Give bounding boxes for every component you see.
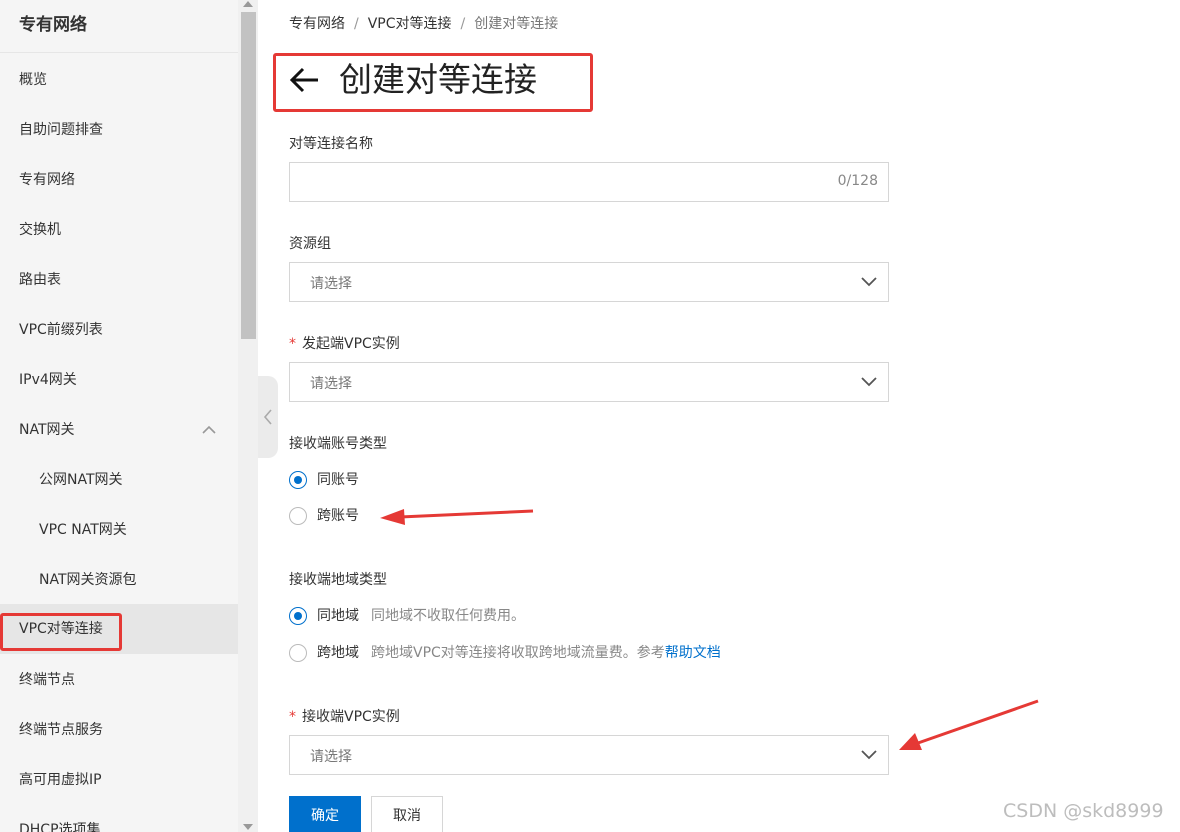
cancel-button[interactable]: 取消 (371, 796, 443, 832)
breadcrumb-item-peering[interactable]: VPC对等连接 (368, 13, 452, 33)
radio-button[interactable] (289, 607, 307, 625)
chevron-left-icon (263, 409, 272, 425)
arrow-left-icon[interactable] (289, 67, 319, 93)
chevron-up-icon (202, 425, 216, 434)
radio-button[interactable] (289, 471, 307, 489)
sidebar-item-vswitch[interactable]: 交换机 (0, 205, 238, 255)
sidebar-item-ipv4-gateway[interactable]: IPv4网关 (0, 355, 238, 405)
annotation-arrow-cross-account (380, 509, 534, 525)
chevron-down-icon (861, 277, 877, 287)
sidebar: 专有网络 概览 自助问题排查 专有网络 交换机 路由表 VPC前缀列表 IPv4… (0, 0, 258, 832)
breadcrumb: 专有网络 / VPC对等连接 / 创建对等连接 (289, 13, 558, 33)
resource-group-label: 资源组 (289, 236, 331, 252)
sidebar-item-public-nat[interactable]: 公网NAT网关 (0, 455, 238, 505)
peering-name-input[interactable]: 0/128 (289, 162, 889, 202)
sidebar-item-endpoint-service[interactable]: 终端节点服务 (0, 705, 238, 755)
sidebar-divider (0, 52, 238, 53)
sidebar-item-prefix-list[interactable]: VPC前缀列表 (0, 305, 238, 355)
account-type-label: 接收端账号类型 (289, 436, 387, 452)
scroll-up-icon[interactable] (243, 1, 253, 7)
annotation-arrow-acceptor-vpc (899, 699, 1039, 750)
sidebar-item-havip[interactable]: 高可用虚拟IP (0, 755, 238, 805)
sidebar-item-overview[interactable]: 概览 (0, 55, 238, 105)
chevron-down-icon (861, 750, 877, 760)
sidebar-item-nat-package[interactable]: NAT网关资源包 (0, 555, 238, 605)
scrollbar-thumb[interactable] (241, 12, 256, 339)
radio-label: 跨账号 (317, 508, 359, 524)
help-doc-link[interactable]: 帮助文档 (665, 645, 721, 661)
radio-label: 同账号 (317, 472, 359, 488)
radio-label: 跨地域 (317, 645, 359, 661)
name-label: 对等连接名称 (289, 136, 373, 152)
initiator-vpc-label-text: 发起端VPC实例 (302, 336, 400, 352)
confirm-button[interactable]: 确定 (289, 796, 361, 832)
sidebar-item-vpc-peering[interactable]: VPC对等连接 (0, 604, 238, 654)
radio-description: 跨地域VPC对等连接将收取跨地域流量费。参考帮助文档 (371, 643, 721, 663)
sidebar-item-vpc-nat[interactable]: VPC NAT网关 (0, 505, 238, 555)
sidebar-item-vpc[interactable]: 专有网络 (0, 155, 238, 205)
sidebar-item-self-diagnosis[interactable]: 自助问题排查 (0, 105, 238, 155)
sidebar-item-endpoint[interactable]: 终端节点 (0, 655, 238, 705)
region-type-label: 接收端地域类型 (289, 572, 387, 588)
select-placeholder: 请选择 (310, 376, 352, 392)
breadcrumb-item-vpc[interactable]: 专有网络 (289, 13, 345, 33)
chevron-down-icon (861, 377, 877, 387)
select-placeholder: 请选择 (310, 276, 352, 292)
scroll-down-icon[interactable] (243, 824, 253, 830)
select-placeholder: 请选择 (310, 749, 352, 765)
sidebar-item-label: NAT网关 (19, 422, 75, 438)
breadcrumb-separator: / (460, 16, 466, 32)
radio-description-text: 跨地域VPC对等连接将收取跨地域流量费。参考 (371, 645, 665, 661)
sidebar-collapse-toggle[interactable] (258, 376, 278, 458)
sidebar-title: 专有网络 (19, 15, 87, 35)
page-title: 创建对等连接 (339, 60, 537, 99)
acceptor-vpc-select[interactable]: 请选择 (289, 735, 889, 775)
sidebar-item-dhcp[interactable]: DHCP选项集 (0, 805, 238, 832)
required-mark: * (289, 336, 296, 352)
initiator-vpc-select[interactable]: 请选择 (289, 362, 889, 402)
radio-description: 同地域不收取任何费用。 (371, 608, 525, 624)
acceptor-vpc-label: * 接收端VPC实例 (289, 706, 400, 726)
sidebar-item-route-table[interactable]: 路由表 (0, 255, 238, 305)
breadcrumb-item-current: 创建对等连接 (474, 16, 559, 32)
char-counter: 0/128 (837, 173, 878, 189)
radio-button[interactable] (289, 507, 307, 525)
radio-button[interactable] (289, 644, 307, 662)
breadcrumb-separator: / (354, 16, 359, 32)
acceptor-vpc-label-text: 接收端VPC实例 (302, 709, 400, 725)
resource-group-select[interactable]: 请选择 (289, 262, 889, 302)
sidebar-item-nat-gateway[interactable]: NAT网关 (0, 405, 238, 455)
required-mark: * (289, 709, 296, 725)
radio-label: 同地域 (317, 608, 359, 624)
watermark: CSDN @skd8999 (1003, 800, 1164, 822)
initiator-vpc-label: * 发起端VPC实例 (289, 333, 400, 353)
